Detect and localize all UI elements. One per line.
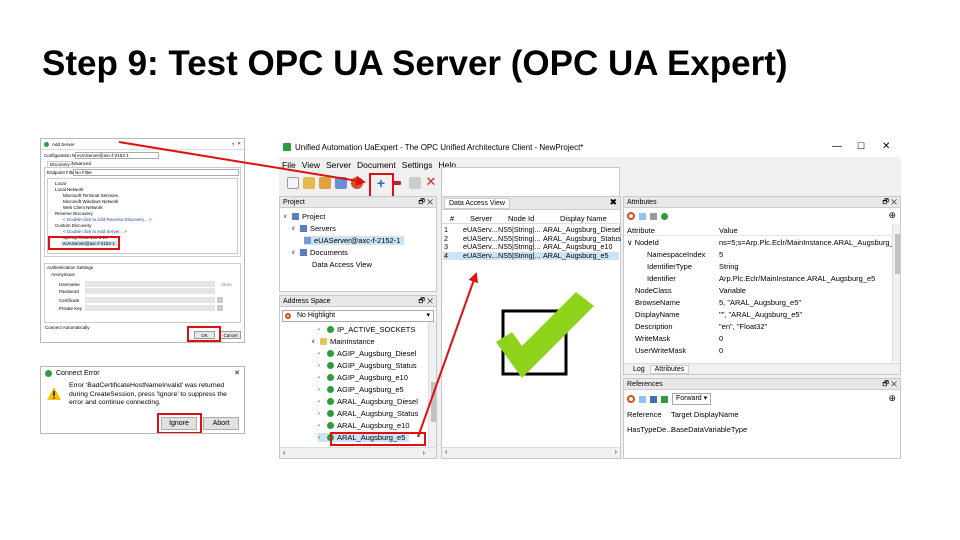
- arrow-to-add-server: [118, 141, 366, 186]
- checkmark-icon: [496, 292, 594, 378]
- arrow-to-data-access-view: [417, 272, 479, 438]
- annotation-overlay: [118, 141, 594, 438]
- highlight-box: [330, 432, 426, 446]
